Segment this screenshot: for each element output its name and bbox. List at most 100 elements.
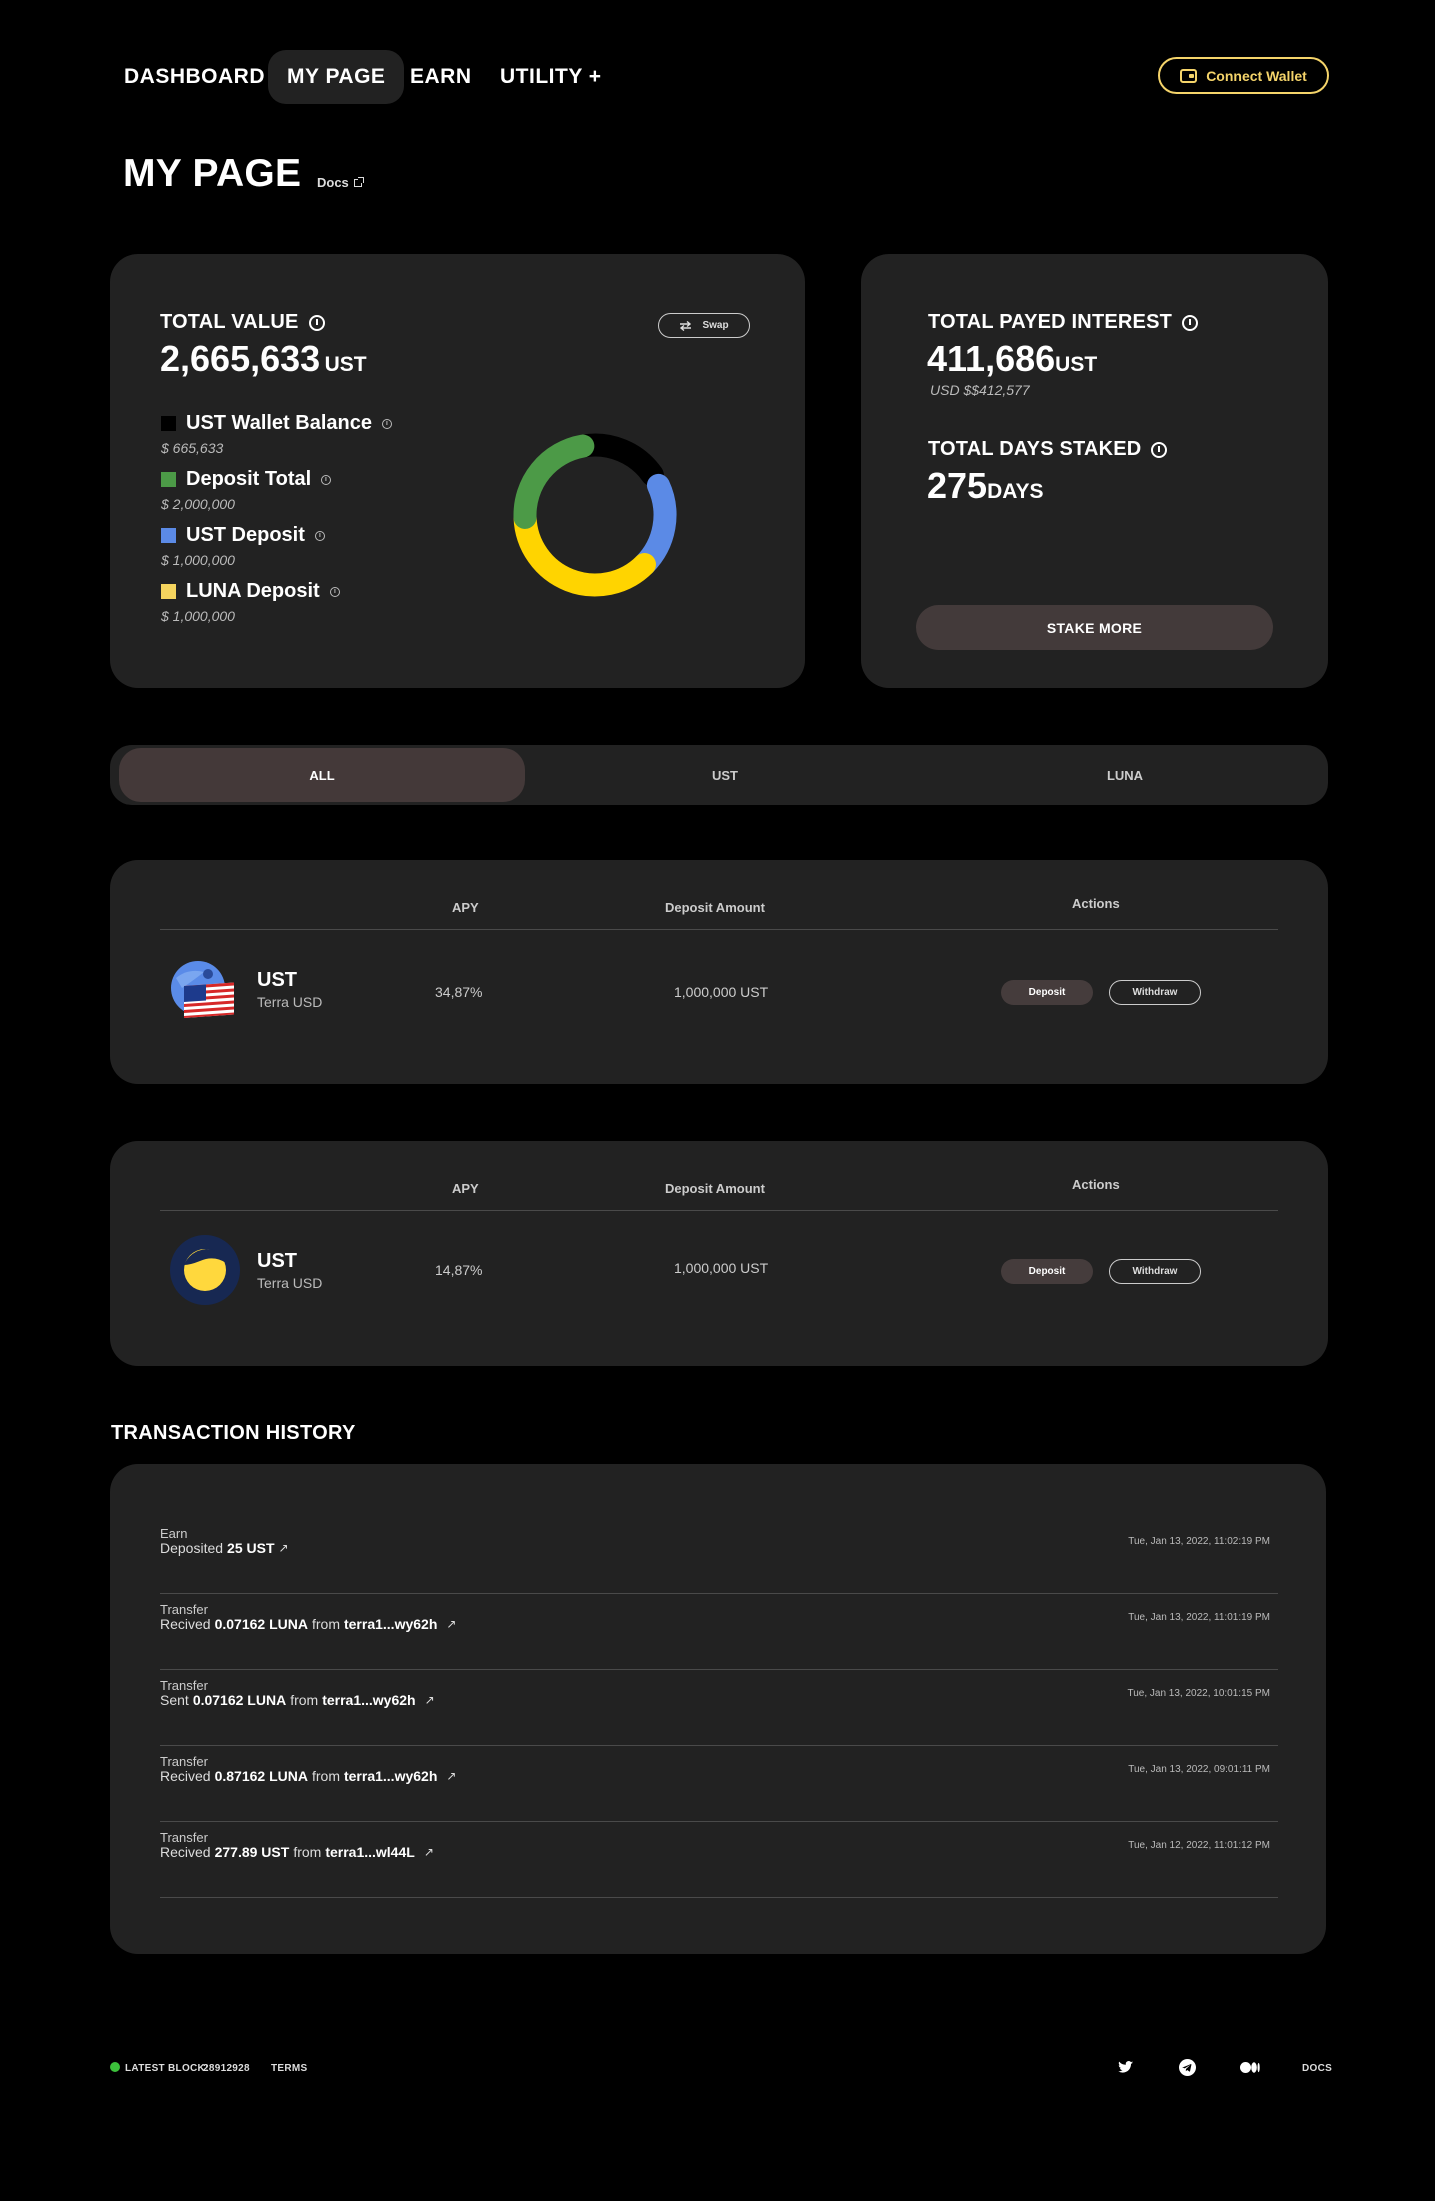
portfolio-donut-chart — [513, 433, 677, 597]
transaction-verb: Recived — [160, 1844, 211, 1860]
swap-button[interactable]: Swap — [658, 313, 750, 338]
pool-token-name: UST — [257, 969, 297, 991]
info-icon[interactable] — [381, 418, 392, 429]
transaction-amount: 0.07162 LUNA — [214, 1616, 308, 1632]
transaction-type: Transfer — [160, 1754, 208, 1769]
donut-segment-luna-deposit — [513, 505, 656, 597]
terms-link[interactable]: TERMS — [271, 2063, 308, 2074]
pool-token-sub: Terra USD — [257, 994, 323, 1010]
transaction-type: Earn — [160, 1526, 188, 1541]
actions-header: Actions — [1072, 896, 1120, 911]
transaction-address: terra1...wy62h — [343, 1616, 438, 1632]
transaction-row[interactable]: Transfer Recived 0.07162 LUNA from terra… — [160, 1594, 1278, 1670]
days-row: 275DAYS — [927, 465, 1044, 507]
interest-label: TOTAL PAYED INTEREST — [928, 311, 1173, 333]
legend-swatch — [161, 416, 176, 431]
transaction-desc: Recived 0.87162 LUNA from terra1...wy62h… — [160, 1768, 456, 1784]
info-icon[interactable] — [321, 474, 332, 485]
nav-earn[interactable]: EARN — [391, 50, 491, 104]
info-icon[interactable] — [1182, 314, 1199, 331]
external-arrow-icon[interactable]: ↗ — [279, 1541, 289, 1555]
legend-luna-deposit: LUNA Deposit — [161, 580, 340, 603]
legend-deposit-total: Deposit Total — [161, 468, 332, 491]
nav-my-page[interactable]: MY PAGE — [268, 50, 405, 104]
transaction-time: Tue, Jan 13, 2022, 09:01:11 PM — [1128, 1764, 1270, 1775]
interest-unit: UST — [1055, 353, 1098, 376]
transaction-type: Transfer — [160, 1830, 208, 1845]
days-value: 275 — [927, 465, 988, 506]
transaction-row[interactable]: Transfer Sent 0.07162 LUNA from terra1..… — [160, 1670, 1278, 1746]
legend-label: LUNA Deposit — [186, 580, 320, 602]
external-arrow-icon[interactable]: ↗ — [446, 1617, 456, 1631]
info-icon[interactable] — [329, 586, 340, 597]
pool-token-sub: Terra USD — [257, 1275, 323, 1291]
external-arrow-icon[interactable]: ↗ — [425, 1693, 435, 1707]
external-arrow-icon[interactable]: ↗ — [424, 1845, 434, 1859]
transaction-verb: Deposited — [160, 1540, 224, 1556]
transaction-verb: Recived — [160, 1768, 211, 1784]
transaction-history-title: TRANSACTION HISTORY — [111, 1422, 356, 1444]
info-icon[interactable] — [314, 530, 325, 541]
external-arrow-icon[interactable]: ↗ — [446, 1769, 456, 1783]
total-value-heading: TOTAL VALUE — [160, 311, 325, 334]
info-icon[interactable] — [1151, 441, 1168, 458]
wallet-icon — [1180, 68, 1198, 83]
transaction-address: terra1...wy62h — [322, 1692, 416, 1708]
info-icon[interactable] — [308, 314, 325, 331]
transaction-address: terra1...wl44L — [325, 1844, 415, 1860]
legend-swatch — [161, 584, 176, 599]
total-value-amount: 2,665,633 — [160, 338, 321, 379]
total-value-unit: UST — [324, 353, 367, 376]
docs-footer-link[interactable]: DOCS — [1302, 2063, 1332, 2074]
medium-icon[interactable] — [1239, 2058, 1261, 2076]
legend-label: UST Wallet Balance — [186, 412, 372, 434]
transaction-row[interactable]: Transfer Recived 0.87162 LUNA from terra… — [160, 1746, 1278, 1822]
transaction-from: from — [311, 1616, 340, 1632]
days-unit: DAYS — [987, 480, 1044, 503]
transaction-time: Tue, Jan 13, 2022, 10:01:15 PM — [1127, 1688, 1270, 1699]
pool-amount: 1,000,000 UST — [674, 1260, 769, 1276]
interest-usd: USD $$412,577 — [930, 382, 1030, 398]
deposit-button[interactable]: Deposit — [1001, 980, 1093, 1005]
divider — [160, 929, 1278, 930]
docs-link[interactable]: Docs — [317, 175, 364, 190]
interest-heading: TOTAL PAYED INTEREST — [928, 311, 1199, 334]
transaction-row[interactable]: Transfer Recived 277.89 UST from terra1.… — [160, 1822, 1278, 1898]
tab-ust[interactable]: UST — [525, 748, 925, 802]
donut-segment-deposit-total — [513, 434, 595, 529]
stake-more-button[interactable]: STAKE MORE — [916, 605, 1273, 650]
transaction-amount: 0.87162 LUNA — [214, 1768, 308, 1784]
apy-header: APY — [452, 900, 479, 915]
transaction-address: terra1...wy62h — [343, 1768, 438, 1784]
tab-all[interactable]: ALL — [119, 748, 525, 802]
legend-swatch — [161, 472, 176, 487]
withdraw-button[interactable]: Withdraw — [1109, 1259, 1201, 1284]
latest-block-value: 28912928 — [203, 2063, 250, 2074]
telegram-icon[interactable] — [1178, 2058, 1196, 2076]
transaction-time: Tue, Jan 13, 2022, 11:02:19 PM — [1128, 1536, 1270, 1547]
tab-luna[interactable]: LUNA — [925, 748, 1325, 802]
pool-apy: 34,87% — [435, 984, 483, 1000]
connect-wallet-label: Connect Wallet — [1206, 67, 1307, 84]
withdraw-button[interactable]: Withdraw — [1109, 980, 1201, 1005]
days-heading: TOTAL DAYS STAKED — [928, 438, 1168, 461]
connect-wallet-button[interactable]: Connect Wallet — [1158, 57, 1329, 94]
legend-label: UST Deposit — [186, 524, 305, 546]
deposit-button[interactable]: Deposit — [1001, 1259, 1093, 1284]
interest-amount-row: 411,686UST — [927, 338, 1097, 380]
transaction-row[interactable]: Earn Deposited 25 UST ↗ Tue, Jan 13, 202… — [160, 1518, 1278, 1594]
latest-block-label: LATEST BLOCK: — [125, 2063, 209, 2074]
nav-dashboard[interactable]: DASHBOARD — [105, 50, 284, 104]
legend-value: $ 2,000,000 — [161, 496, 235, 512]
pool-apy: 14,87% — [435, 1262, 483, 1278]
nav-utility[interactable]: UTILITY + — [481, 50, 621, 104]
status-dot-icon — [110, 2062, 120, 2072]
transaction-time: Tue, Jan 13, 2022, 11:01:19 PM — [1128, 1612, 1270, 1623]
twitter-icon[interactable] — [1117, 2058, 1135, 2076]
legend-value: $ 665,633 — [161, 440, 224, 456]
docs-link-label: Docs — [317, 175, 349, 190]
deposit-amount-header: Deposit Amount — [665, 900, 765, 915]
total-value-label: TOTAL VALUE — [160, 311, 299, 333]
transaction-verb: Sent — [160, 1692, 189, 1708]
external-link-icon — [353, 176, 364, 187]
